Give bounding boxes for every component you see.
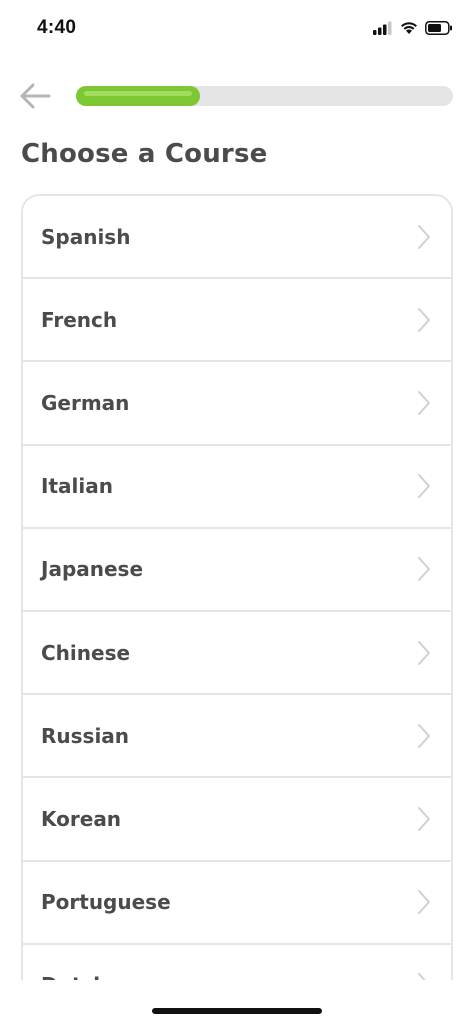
course-label: Portuguese	[41, 890, 171, 915]
chevron-right-icon	[418, 640, 430, 665]
chevron-right-icon	[418, 474, 430, 499]
page-title: Choose a Course	[21, 139, 268, 169]
chevron-right-icon	[418, 890, 430, 915]
course-label: Korean	[41, 806, 122, 831]
chevron-right-icon	[418, 390, 430, 415]
course-label: Japanese	[41, 557, 144, 582]
course-list: Spanish French German Italian Japanese Chines…	[21, 194, 453, 994]
status-bar: 4:40	[0, 0, 473, 60]
chevron-right-icon	[418, 307, 430, 332]
chevron-right-icon	[418, 723, 430, 748]
course-label: Russian	[41, 723, 130, 748]
arrow-left-icon	[20, 83, 51, 109]
home-indicator[interactable]	[152, 1008, 322, 1014]
back-button[interactable]	[18, 80, 52, 112]
progress-fill	[76, 86, 201, 106]
course-label: Italian	[41, 474, 113, 499]
wifi-icon	[401, 22, 417, 34]
course-item-russian[interactable]: Russian	[23, 695, 451, 779]
progress-bar	[76, 86, 453, 106]
course-item-german[interactable]: German	[23, 362, 451, 446]
chevron-right-icon	[418, 806, 430, 831]
course-item-french[interactable]: French	[23, 279, 451, 363]
status-time: 4:40	[37, 17, 77, 38]
signal-icon	[373, 21, 392, 35]
course-item-spanish[interactable]: Spanish	[23, 196, 451, 280]
course-label: Chinese	[41, 640, 131, 665]
course-item-japanese[interactable]: Japanese	[23, 528, 451, 612]
course-label: German	[41, 390, 130, 415]
status-icons	[373, 20, 453, 35]
course-item-italian[interactable]: Italian	[23, 445, 451, 529]
screen: 4:40 Choose a Course Spanish French Germ…	[0, 0, 473, 1024]
course-item-korean[interactable]: Korean	[23, 778, 451, 862]
battery-icon	[425, 20, 452, 35]
course-item-chinese[interactable]: Chinese	[23, 611, 451, 696]
chevron-right-icon	[418, 557, 430, 582]
progress-highlight	[84, 91, 193, 96]
course-item-portuguese[interactable]: Portuguese	[23, 861, 451, 945]
course-label: French	[41, 307, 118, 332]
chevron-right-icon	[418, 224, 430, 249]
course-label: Spanish	[41, 224, 131, 249]
bottom-area	[0, 980, 473, 1024]
